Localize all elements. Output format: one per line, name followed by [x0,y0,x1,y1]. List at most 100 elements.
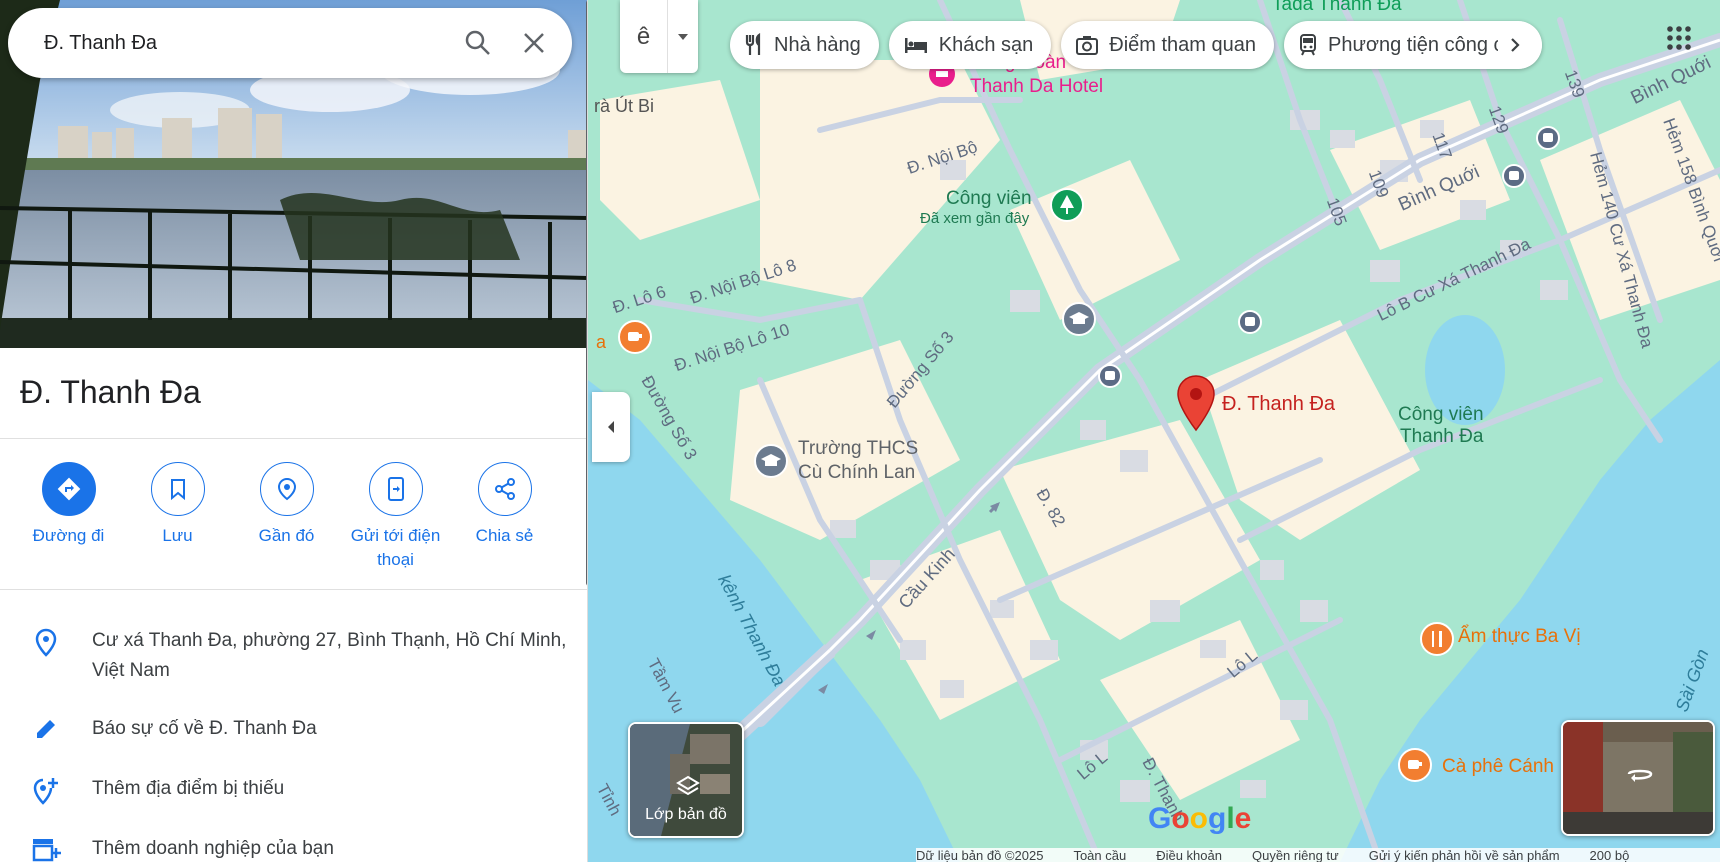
chip-hotels-label: Khách sạn [938,33,1034,56]
google-apps-button[interactable] [1654,20,1704,56]
map-label-a: a [596,332,607,352]
footer-map-data[interactable]: Dữ liệu bản đồ ©2025 [916,848,1043,862]
share-button[interactable]: Chia sẻ [450,462,559,572]
map-label-park2-line1[interactable]: Công viên [1398,404,1484,426]
map-label-food[interactable]: Ẩm thực Ba Vị [1458,626,1581,648]
input-method-selector[interactable]: ê [620,0,698,73]
input-method-dropdown[interactable] [668,0,698,73]
add-business-row[interactable]: Thêm doanh nghiệp của bạn [0,834,587,862]
report-row[interactable]: Báo sự cố về Đ. Thanh Đa [0,714,587,744]
share-circle [477,462,532,516]
send-to-phone-label: Gửi tới điện thoại [350,526,441,569]
address-row[interactable]: Cư xá Thanh Đa, phường 27, Bình Thạnh, H… [0,626,587,686]
footer-scale[interactable]: 200 bộ [1590,848,1630,862]
caret-down-icon [678,33,688,40]
map-label-ut-bi[interactable]: rà Út Bi [594,96,654,117]
footer-feedback[interactable]: Gửi ý kiến phản hồi về sản phẩm [1369,848,1560,862]
marker-label[interactable]: Đ. Thanh Đa [1222,393,1335,416]
layers-button[interactable]: Lớp bản đồ [628,722,744,838]
transit-icon [1300,34,1317,56]
search-button[interactable] [450,15,506,71]
pencil-icon [0,714,92,742]
caret-left-icon [608,421,614,433]
street-view-button[interactable] [1561,720,1715,836]
rotate-360-icon [1627,769,1653,782]
school-pin-2-icon[interactable] [754,444,788,482]
save-circle [150,462,205,516]
map-label-tada[interactable]: Tada Thanh Đa [1272,0,1402,16]
bookmark-icon [170,479,185,501]
panel-scrollbar[interactable] [586,0,587,586]
cafe-pin-2-icon[interactable] [1398,748,1432,786]
share-icon [494,478,515,500]
school-pin-icon[interactable] [1062,302,1096,340]
chip-attractions[interactable]: Điểm tham quan [1061,21,1275,69]
map-label-hotel-line2[interactable]: Thanh Da Hotel [970,76,1103,98]
map-label-park1[interactable]: Công viên [946,188,1032,210]
maps-app: Tada Thanh Đa Công Đoàn Thanh Da Hotel r… [0,0,1720,862]
google-logo: Google [1148,802,1252,835]
chips-next-button[interactable] [1498,21,1543,69]
nearby-circle [259,462,314,516]
share-label: Chia sẻ [475,526,534,545]
directions-label: Đường đi [32,526,105,545]
chevron-right-icon [1511,38,1520,52]
selected-place-marker-icon[interactable] [1176,374,1216,432]
layers-icon [676,775,700,796]
footer-terms[interactable]: Điều khoản [1156,848,1222,862]
search-input[interactable] [8,8,450,78]
layers-label: Lớp bản đồ [645,806,727,823]
divider [0,589,587,590]
close-button[interactable] [506,15,562,71]
divider [0,438,587,439]
place-photo[interactable] [0,0,587,348]
nearby-button[interactable]: Gần đó [232,462,341,572]
collapse-panel-button[interactable] [592,392,630,462]
add-business-text: Thêm doanh nghiệp của bạn [92,838,334,859]
footer-global[interactable]: Toàn cầu [1073,848,1126,862]
map-label-park1-sub: Đã xem gần đây [920,210,1030,227]
chip-hotels[interactable]: Khách sạn [888,21,1052,69]
place-title: Đ. Thanh Đa [20,374,201,410]
save-button[interactable]: Lưu [123,462,232,572]
bus-stop-4-icon[interactable] [1536,126,1560,150]
directions-button[interactable]: Đường đi [14,462,123,572]
directions-icon [57,477,80,501]
bus-stop-2-icon[interactable] [1098,364,1122,388]
input-method-char[interactable]: ê [620,0,668,73]
map-label-school-line2[interactable]: Cù Chính Lan [798,462,915,484]
apps-grid-icon [1667,26,1691,50]
directions-circle [41,462,96,516]
chip-transit[interactable]: Phương tiện công cộng [1284,21,1543,69]
map-footer: Dữ liệu bản đồ ©2025 Toàn cầu Điều khoản… [916,848,1720,862]
hotel-icon [904,38,927,53]
add-business-icon [0,834,92,862]
footer-privacy[interactable]: Quyền riêng tư [1252,848,1339,862]
search-box[interactable] [8,8,572,78]
map-label-park2-line2[interactable]: Thanh Đa [1400,426,1483,448]
map-label-cafe[interactable]: Cà phê Cánh [1442,756,1554,778]
category-chips: Nhà hàng Khách sạn Điểm tham quan Phương… [730,21,1543,69]
chip-restaurants[interactable]: Nhà hàng [730,21,879,69]
nearby-label: Gần đó [258,526,315,545]
camera-icon [1076,36,1099,55]
restaurant-pin-icon[interactable] [1420,622,1454,660]
bus-stop-icon[interactable] [1238,310,1262,334]
cafe-pin-icon[interactable] [618,320,652,358]
chip-restaurants-label: Nhà hàng [774,33,861,56]
close-icon [524,33,544,53]
search-icon [465,30,490,55]
add-place-text: Thêm địa điểm bị thiếu [92,778,285,799]
chip-attractions-label: Điểm tham quan [1109,33,1257,56]
phone-icon [387,477,404,501]
save-label: Lưu [162,526,193,545]
place-panel: Đ. Thanh Đa Đường đi Lưu Gần đó [0,0,588,862]
park-pin-icon[interactable] [1050,188,1084,226]
address-text: Cư xá Thanh Đa, phường 27, Bình Thạnh, H… [92,630,567,681]
bus-stop-3-icon[interactable] [1502,164,1526,188]
add-place-row[interactable]: Thêm địa điểm bị thiếu [0,774,587,806]
send-to-phone-circle [368,462,423,516]
map-label-school-line1[interactable]: Trường THCS [798,438,918,460]
nearby-icon [277,477,296,501]
send-to-phone-button[interactable]: Gửi tới điện thoại [341,462,450,572]
